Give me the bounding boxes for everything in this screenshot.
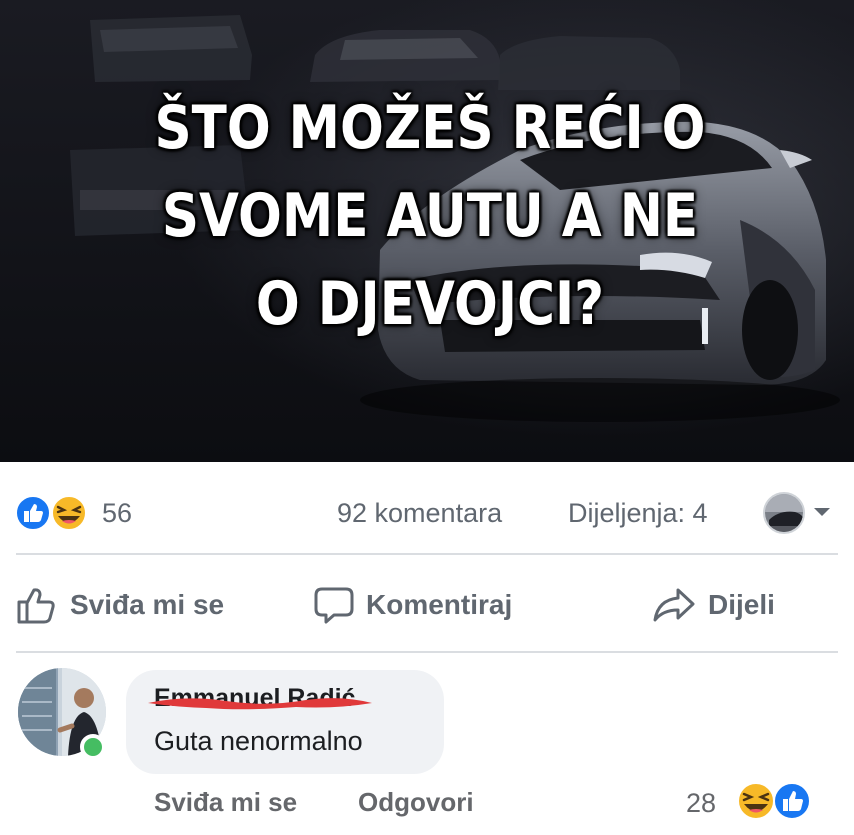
comment-button-label: Komentiraj [366, 589, 513, 620]
share-arrow-icon [653, 588, 695, 622]
comment-button[interactable]: Komentiraj [314, 580, 512, 630]
comment-bubble-icon [314, 587, 354, 624]
meme-caption: ŠTO MOŽEŠ REĆI O SVOME AUTU A NE O DJEVO… [120, 84, 739, 348]
divider [16, 553, 838, 555]
chevron-down-icon[interactable] [811, 502, 833, 522]
comment-reply-link[interactable]: Odgovori [358, 787, 474, 823]
comments-count-link[interactable]: 92 komentara [337, 498, 502, 529]
post-image[interactable]: ŠTO MOŽEŠ REĆI O SVOME AUTU A NE O DJEVO… [0, 0, 854, 462]
reaction-summary[interactable] [14, 494, 96, 532]
caption-line: SVOME AUTU A NE [161, 181, 699, 251]
commenter-avatar[interactable] [18, 668, 112, 762]
avatar-image [765, 494, 803, 532]
haha-icon [737, 782, 775, 820]
like-icon [773, 782, 811, 820]
caption-line: ŠTO MOŽEŠ REĆI O [154, 93, 706, 163]
caption-line: O DJEVOJCI? [255, 269, 605, 339]
comment-reaction-count[interactable]: 28 [686, 788, 716, 819]
share-button-label: Dijeli [708, 589, 775, 620]
share-button[interactable]: Dijeli [652, 580, 775, 630]
like-icon [15, 495, 51, 531]
thumbs-up-icon [17, 588, 55, 624]
comment-text: Guta nenormalno [154, 726, 363, 756]
comment-reaction-summary[interactable] [734, 780, 816, 822]
viewer-avatar[interactable] [763, 492, 805, 534]
redaction-scribble [148, 698, 372, 710]
post-action-bar: Sviđa mi se Komentiraj Dijeli [0, 580, 854, 630]
comment-like-link[interactable]: Sviđa mi se [154, 787, 297, 823]
comment-bubble: Emmanuel Radić Guta nenormalno [126, 670, 444, 774]
online-status-indicator [80, 734, 106, 760]
shares-count-link[interactable]: Dijeljenja: 4 [568, 498, 708, 529]
post-stats: 56 92 komentara Dijeljenja: 4 [0, 490, 854, 534]
divider [16, 651, 838, 653]
haha-icon [51, 495, 87, 531]
like-button[interactable]: Sviđa mi se [16, 580, 224, 630]
reaction-count[interactable]: 56 [102, 498, 132, 529]
like-button-label: Sviđa mi se [70, 589, 225, 620]
